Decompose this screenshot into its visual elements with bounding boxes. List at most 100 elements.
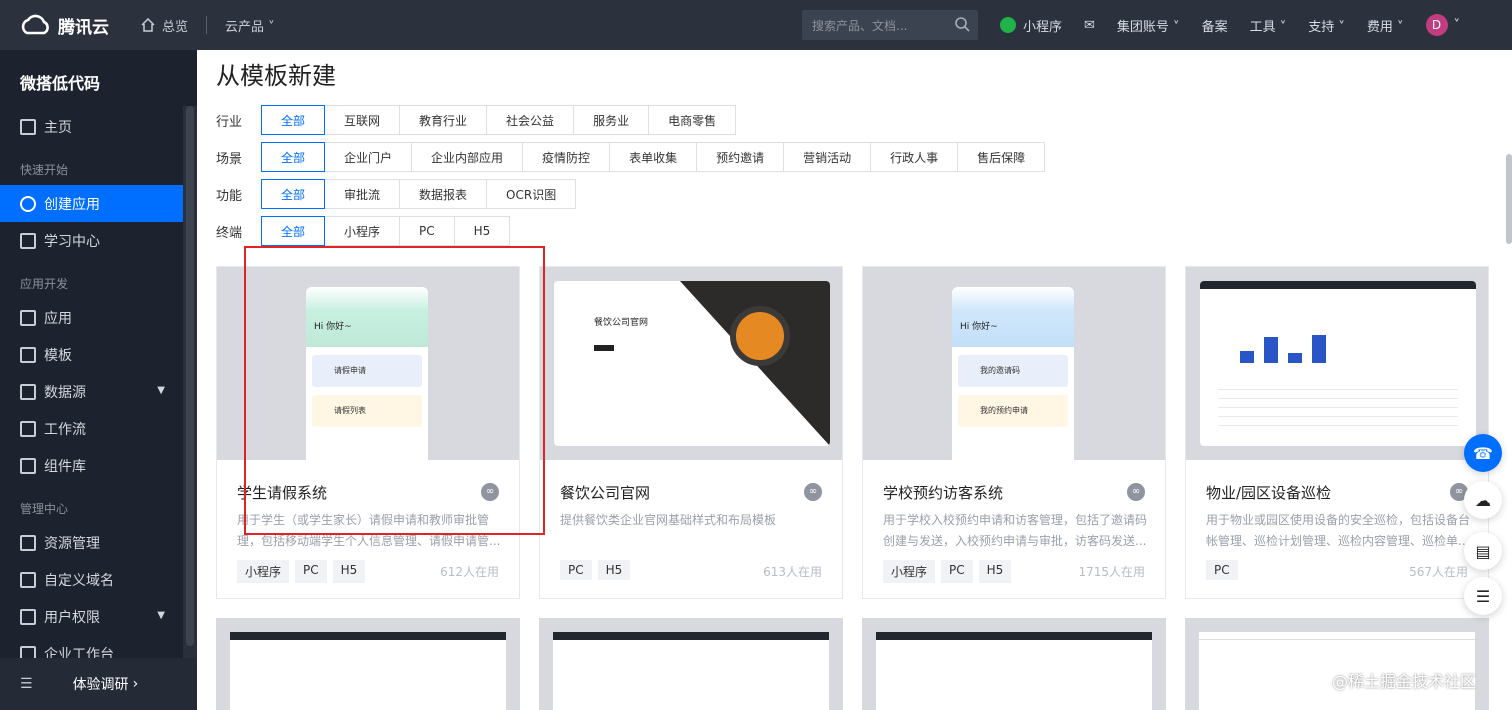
filter-option[interactable]: 全部 [261,179,326,209]
template-card[interactable] [539,618,843,710]
template-card[interactable] [216,618,520,710]
sidebar-item-resources[interactable]: 资源管理 [0,524,183,561]
link-icon[interactable]: ∞ [804,483,822,501]
support-menu[interactable]: 支持 ˅ [1308,16,1345,35]
arrow-right-circle-icon[interactable]: › [133,676,139,692]
nav-overview-label: 总览 [162,19,189,35]
template-card-list-row2 [216,618,1489,710]
user-menu[interactable]: D ˅ [1425,14,1461,36]
sidebar-item-datasource[interactable]: 数据源 ▼ [0,373,183,410]
template-preview: Hi 你好~ 我的邀请码 我的预约申请 [863,267,1165,460]
chevron-down-icon: ▼ [157,610,165,621]
filter-option[interactable]: 互联网 [324,105,401,135]
template-tags: 小程序 PC H5 [883,560,1017,583]
resource-icon [20,534,36,551]
template-name: 餐饮公司官网 [560,484,651,502]
sidebar-item-templates[interactable]: 模板 [0,336,183,373]
sidebar-item-components[interactable]: 组件库 [0,447,183,484]
filter-label: 场景 [216,151,243,167]
sidebar-item-create-app[interactable]: 创建应用 [0,185,183,222]
filter-option[interactable]: 小程序 [324,216,401,246]
collapse-menu-icon[interactable]: ☰ [20,676,33,692]
filter-option[interactable]: 电商零售 [648,105,737,135]
sidebar-item-learning[interactable]: 学习中心 [0,222,183,259]
mail-icon[interactable]: ✉ [1084,18,1095,33]
filter-option[interactable]: 全部 [261,105,326,135]
template-icon [20,346,36,363]
home-icon [141,18,155,32]
sidebar-title: 微搭低代码 [20,74,101,93]
mini-program-link[interactable]: 小程序 [1000,16,1062,35]
template-description: 提供餐饮类企业官网基础样式和布局模板 [560,513,777,527]
tools-menu[interactable]: 工具 ˅ [1250,16,1287,35]
template-tags: PC H5 [560,560,636,580]
filter-option[interactable]: 审批流 [324,179,401,209]
main-scrollbar[interactable] [1506,50,1512,710]
filter-option[interactable]: 数据报表 [399,179,488,209]
filter-option[interactable]: 企业内部应用 [411,142,524,172]
search-input[interactable]: 搜索产品、文档... [802,10,978,40]
icp-filing-link[interactable]: 备案 [1202,16,1228,35]
headset-icon[interactable]: ☎ [1464,434,1502,472]
tag: 小程序 [883,560,936,583]
survey-link[interactable]: 体验调研 [73,674,129,694]
main-scroll-thumb[interactable] [1506,154,1512,244]
chevron-down-icon: ˅ [1453,17,1461,33]
billing-menu[interactable]: 费用 ˅ [1367,16,1404,35]
sidebar-item-domain[interactable]: 自定义域名 [0,561,183,598]
filter-option[interactable]: PC [399,216,455,246]
template-card[interactable] [862,618,1166,710]
template-tags: 小程序 PC H5 [237,560,371,583]
sidebar-item-home[interactable]: 主页 [0,108,183,145]
phone-mockup: Hi 你好~ 我的邀请码 我的预约申请 [952,287,1074,460]
sidebar-footer: ☰ 体验调研 › [0,658,197,710]
filter-function: 功能 全部 审批流 数据报表 OCR识图 [216,179,577,209]
layers-icon [20,309,36,326]
brand-logo[interactable]: 腾讯云 [18,13,130,38]
mock-heading: 餐饮公司官网 [594,318,649,328]
sidebar-item-apps[interactable]: 应用 [0,299,183,336]
filter-option[interactable]: 行政人事 [870,142,959,172]
user-icon [20,608,36,625]
nav-products[interactable]: 云产品 ˅ [225,16,275,35]
template-name: 学校预约访客系统 [883,484,1004,502]
filter-option[interactable]: 全部 [261,216,326,246]
usage-count: 1715人在用 [1078,565,1145,579]
tag: PC [1206,560,1238,580]
sidebar-scroll-thumb[interactable] [186,106,194,646]
workflow-icon [20,420,36,437]
group-account-menu[interactable]: 集团账号 ˅ [1117,16,1180,35]
filter-option[interactable]: 售后保障 [957,142,1046,172]
filter-option[interactable]: 营销活动 [783,142,872,172]
filter-option[interactable]: 疫情防控 [522,142,611,172]
tag: H5 [978,560,1012,583]
template-card[interactable]: Hi 你好~ 我的邀请码 我的预约申请 学校预约访客系统 ∞ 用于学校入校预约申… [862,266,1166,599]
website-mockup: 餐饮公司官网 [554,281,830,446]
filter-option[interactable]: 社会公益 [486,105,575,135]
template-card[interactable]: 物业/园区设备巡检 ∞ 用于物业或园区使用设备的安全巡检，包括设备台帐管理、巡检… [1185,266,1489,599]
sidebar-item-workflow[interactable]: 工作流 [0,410,183,447]
cloud-chat-icon[interactable]: ☁ [1464,481,1502,519]
tag: PC [295,560,327,583]
search-icon [955,17,970,32]
sidebar-scrollbar[interactable] [183,106,197,710]
filter-option[interactable]: 预约邀请 [696,142,785,172]
nav-overview[interactable]: 总览 [140,16,188,35]
plus-circle-icon [20,195,36,212]
filter-option[interactable]: OCR识图 [486,179,577,209]
template-card[interactable] [1185,618,1489,710]
book-icon[interactable]: ▤ [1464,532,1502,570]
mini-program-icon [1000,17,1016,33]
sidebar-item-permissions[interactable]: 用户权限 ▼ [0,598,183,635]
filter-option[interactable]: 表单收集 [609,142,698,172]
filter-option[interactable]: 教育行业 [399,105,488,135]
filter-option[interactable]: 全部 [261,142,326,172]
filter-option[interactable]: 企业门户 [324,142,413,172]
filter-label: 终端 [216,225,243,241]
list-icon[interactable]: ☰ [1464,577,1502,615]
watermark: @稀土掘金技术社区 [1332,672,1477,691]
template-card[interactable]: 餐饮公司官网 餐饮公司官网 ∞ 提供餐饮类企业官网基础样式和布局模板 PC H5… [539,266,843,599]
link-icon[interactable]: ∞ [1127,483,1145,501]
filter-option[interactable]: 服务业 [573,105,650,135]
filter-option[interactable]: H5 [453,216,511,246]
